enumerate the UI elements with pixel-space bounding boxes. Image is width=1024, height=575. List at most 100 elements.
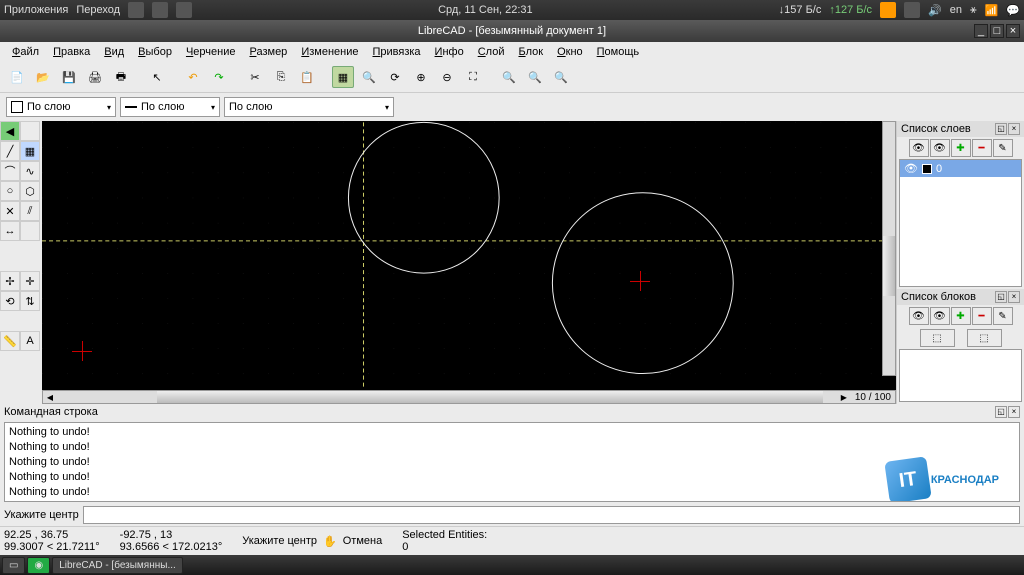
width-combo[interactable]: По слою▾: [120, 97, 220, 117]
tool-measure[interactable]: 📏: [0, 331, 20, 351]
pointer-button[interactable]: ↖: [146, 66, 168, 88]
signal-icon[interactable]: 📶: [985, 4, 999, 17]
menu-modify[interactable]: Изменение: [295, 44, 364, 60]
zoom-prev-button[interactable]: 🔍: [498, 66, 520, 88]
panel-undock-button[interactable]: ◱: [995, 406, 1007, 418]
menu-draw[interactable]: Черчение: [180, 44, 242, 60]
horizontal-scrollbar[interactable]: ◀▶ 10 / 100: [42, 390, 896, 404]
layer-list[interactable]: 👁 0: [899, 159, 1022, 287]
zoom-auto-button[interactable]: ⛶: [462, 66, 484, 88]
layer-add-icon[interactable]: ✚: [951, 139, 971, 157]
panel-undock-button[interactable]: ◱: [995, 291, 1007, 303]
linetype-combo[interactable]: По слою▾: [224, 97, 394, 117]
layer-remove-icon[interactable]: ━: [972, 139, 992, 157]
menu-edit[interactable]: Правка: [47, 44, 96, 60]
new-button[interactable]: 📄: [6, 66, 28, 88]
menu-dimension[interactable]: Размер: [243, 44, 293, 60]
tray-icon[interactable]: [128, 2, 144, 18]
tool-circle[interactable]: ○: [0, 181, 20, 201]
close-button[interactable]: ×: [1006, 24, 1020, 38]
tool[interactable]: [20, 121, 40, 141]
zoom-window-button[interactable]: 🔍: [524, 66, 546, 88]
paste-button[interactable]: 📋: [296, 66, 318, 88]
menu-layer[interactable]: Слой: [472, 44, 511, 60]
menu-file[interactable]: Файл: [6, 44, 45, 60]
tool-mirror[interactable]: ⇅: [20, 291, 40, 311]
open-button[interactable]: 📂: [32, 66, 54, 88]
zoom-button[interactable]: 🔍: [358, 66, 380, 88]
zoom-redraw-button[interactable]: ⟳: [384, 66, 406, 88]
lang-indicator[interactable]: en: [950, 4, 962, 16]
block-edit-icon[interactable]: ✎: [993, 307, 1013, 325]
copy-button[interactable]: ⎘: [270, 66, 292, 88]
tool-snap[interactable]: ✛: [20, 271, 40, 291]
tray-icon[interactable]: [152, 2, 168, 18]
bluetooth-icon[interactable]: ⚹: [970, 4, 977, 17]
start-button[interactable]: ◉: [27, 557, 50, 574]
tray-icon[interactable]: [904, 2, 920, 18]
block-tool-icon[interactable]: ⬚: [967, 329, 1002, 347]
tool-grid[interactable]: ▦: [20, 141, 40, 161]
save-button[interactable]: 💾: [58, 66, 80, 88]
layer-show-icon[interactable]: 👁: [909, 139, 929, 157]
eye-icon[interactable]: 👁: [904, 162, 918, 175]
task-button[interactable]: LibreCAD - [безымянны...: [52, 557, 183, 574]
redo-button[interactable]: ↷: [208, 66, 230, 88]
zoom-out-button[interactable]: ⊖: [436, 66, 458, 88]
hand-icon[interactable]: ✋: [323, 535, 337, 548]
tool-arc[interactable]: ⌒: [0, 161, 20, 181]
maximize-button[interactable]: □: [990, 24, 1004, 38]
vlc-icon[interactable]: [880, 2, 896, 18]
command-input[interactable]: [83, 506, 1020, 524]
zoom-in-button[interactable]: ⊕: [410, 66, 432, 88]
block-add-icon[interactable]: ✚: [951, 307, 971, 325]
tool-dim[interactable]: ↔: [0, 221, 20, 241]
block-hide-icon[interactable]: 👁: [930, 307, 950, 325]
print-preview-button[interactable]: 🖶: [110, 66, 132, 88]
block-tool-icon[interactable]: ⬚: [920, 329, 955, 347]
zoom-pan-button[interactable]: 🔍: [550, 66, 572, 88]
clock[interactable]: Срд, 11 Сен, 22:31: [438, 4, 533, 16]
layer-edit-icon[interactable]: ✎: [993, 139, 1013, 157]
menu-block[interactable]: Блок: [512, 44, 549, 60]
block-show-icon[interactable]: 👁: [909, 307, 929, 325]
tool-parallel[interactable]: ⫽: [20, 201, 40, 221]
menu-view[interactable]: Вид: [98, 44, 130, 60]
tool-move[interactable]: ✢: [0, 271, 20, 291]
show-desktop-button[interactable]: ▭: [2, 557, 25, 574]
tool-point[interactable]: ✕: [0, 201, 20, 221]
volume-icon[interactable]: 🔊: [928, 4, 942, 17]
minimize-button[interactable]: _: [974, 24, 988, 38]
block-remove-icon[interactable]: ━: [972, 307, 992, 325]
menu-info[interactable]: Инфо: [429, 44, 470, 60]
cut-button[interactable]: ✂: [244, 66, 266, 88]
layer-row[interactable]: 👁 0: [900, 160, 1021, 177]
panel-close-button[interactable]: ×: [1008, 406, 1020, 418]
block-list[interactable]: [899, 349, 1022, 402]
color-combo[interactable]: По слою▾: [6, 97, 116, 117]
grid-button[interactable]: ▦: [332, 66, 354, 88]
tray-icon[interactable]: [176, 2, 192, 18]
tool-spline[interactable]: ∿: [20, 161, 40, 181]
layer-hide-icon[interactable]: 👁: [930, 139, 950, 157]
menu-select[interactable]: Выбор: [132, 44, 178, 60]
drawing-canvas[interactable]: [42, 121, 896, 390]
tool[interactable]: [20, 221, 40, 241]
tool-back[interactable]: ◀: [0, 121, 20, 141]
tool-rotate[interactable]: ⟲: [0, 291, 20, 311]
apps-menu[interactable]: Приложения: [4, 4, 68, 16]
menu-help[interactable]: Помощь: [591, 44, 646, 60]
go-menu[interactable]: Переход: [76, 4, 120, 16]
print-button[interactable]: 🖨: [84, 66, 106, 88]
undo-button[interactable]: ↶: [182, 66, 204, 88]
panel-close-button[interactable]: ×: [1008, 291, 1020, 303]
vertical-scrollbar[interactable]: [882, 121, 896, 376]
panel-close-button[interactable]: ×: [1008, 123, 1020, 135]
tool-line[interactable]: ╱: [0, 141, 20, 161]
chat-icon[interactable]: 💬: [1006, 4, 1020, 17]
menu-snap[interactable]: Привязка: [366, 44, 426, 60]
tool-poly[interactable]: ⬡: [20, 181, 40, 201]
title-bar[interactable]: LibreCAD - [безымянный документ 1] _ □ ×: [0, 20, 1024, 42]
panel-undock-button[interactable]: ◱: [995, 123, 1007, 135]
tool-text[interactable]: A: [20, 331, 40, 351]
